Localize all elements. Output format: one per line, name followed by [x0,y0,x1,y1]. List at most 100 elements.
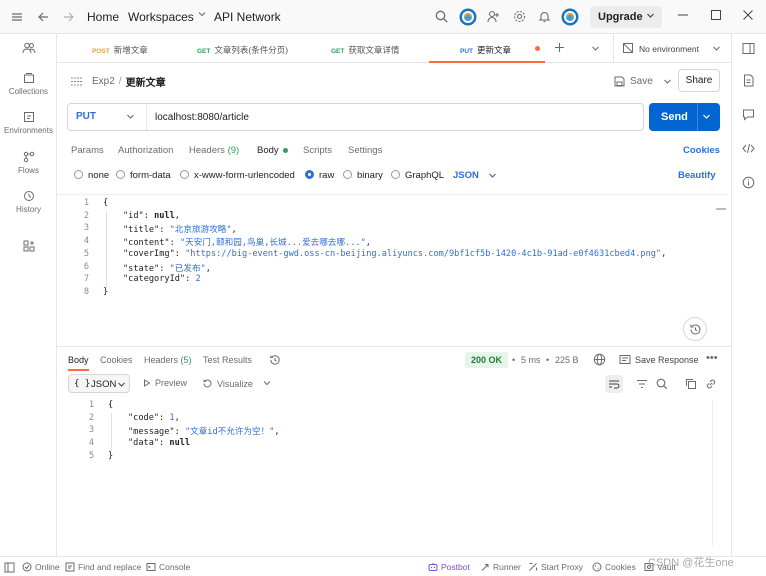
tabs-overflow-chevron-icon[interactable] [591,44,600,53]
tab-params[interactable]: Params [71,145,104,156]
search-icon[interactable] [656,378,668,390]
response-tab-cookies[interactable]: Cookies [100,355,133,365]
response-scrollbar[interactable] [712,400,726,546]
sidebar-item-add-apps[interactable] [0,240,57,255]
user-avatar-icon[interactable] [561,8,579,26]
sidebar-toggle-icon[interactable] [4,562,15,573]
tab-get-article-list[interactable]: GET 文章列表(条件分页) [175,34,295,63]
status-badge[interactable]: 200 OK [465,352,509,368]
search-icon[interactable] [435,10,448,23]
request-editor-scrollbar[interactable] [716,200,726,345]
back-arrow-icon[interactable] [37,11,49,23]
network-globe-icon[interactable] [593,353,606,366]
tab-get-article-detail[interactable]: GET 获取文章详情 [295,34,427,63]
tab-scripts[interactable]: Scripts [303,145,332,156]
upgrade-button[interactable]: Upgrade [590,6,662,28]
info-icon[interactable] [742,176,755,189]
filter-icon[interactable] [636,378,648,390]
start-proxy-button[interactable]: Start Proxy [528,562,583,572]
documentation-icon[interactable] [742,74,755,87]
workspaces-menu[interactable]: Workspaces [128,10,206,24]
sidebar-item-flows[interactable]: Flows [0,151,57,175]
tab-put-update-article[interactable]: PUT 更新文章 [429,34,545,63]
radio-urlencoded[interactable]: x-www-form-urlencoded [180,170,295,181]
json-comma: , [174,210,180,221]
sidebar-item-environments[interactable]: Environments [0,111,57,135]
sidebar-item-history[interactable]: History [0,190,57,214]
response-history-icon[interactable] [269,354,281,366]
body-format-select[interactable]: JSON [453,170,497,181]
url-input[interactable] [155,104,635,130]
minimize-window-icon[interactable] [677,9,689,21]
console-button[interactable]: Console [146,562,190,572]
response-size[interactable]: 225 B [555,355,579,365]
radio-none[interactable]: none [74,170,109,181]
more-options-icon[interactable]: ••• [706,352,718,364]
send-button[interactable]: Send [649,103,720,131]
link-icon[interactable] [705,378,717,390]
console-icon [146,562,156,572]
find-replace-label: Find and replace [78,562,142,572]
request-name[interactable]: 更新文章 [126,74,166,89]
preview-button[interactable]: Preview [143,378,187,388]
radio-raw[interactable]: raw [305,170,334,181]
panel-toggle-icon[interactable] [742,42,755,55]
save-response-button[interactable]: Save Response [635,355,699,365]
home-link[interactable]: Home [87,10,119,24]
chevron-down-icon[interactable] [702,112,711,121]
response-tab-body[interactable]: Body [68,355,89,371]
environment-selector[interactable]: No environment [613,34,731,62]
sidebar-item-collections[interactable]: Collections [0,72,57,96]
postbot-button[interactable]: Postbot [428,562,470,572]
save-button[interactable]: Save [612,70,672,92]
tab-post-new-article[interactable]: POST 新增文章 [57,34,175,63]
request-history-button[interactable] [683,317,707,341]
response-format-select[interactable]: { } JSON [68,374,130,393]
team-avatar-icon[interactable] [459,8,477,26]
invite-user-icon[interactable] [487,10,500,23]
tab-headers[interactable]: Headers (9) [189,145,239,156]
tab-authorization[interactable]: Authorization [118,145,173,156]
method-select[interactable]: PUT [68,104,147,130]
new-tab-plus-icon[interactable] [554,42,565,53]
indent-guide [111,412,112,451]
close-window-icon[interactable] [742,9,754,21]
upgrade-label: Upgrade [598,11,643,23]
visualize-button[interactable]: Visualize [202,378,271,389]
chevron-down-icon [646,11,655,20]
settings-gear-icon[interactable] [513,10,526,23]
tab-body[interactable]: Body [257,145,288,156]
json-key: "state" [123,263,160,274]
response-tab-test-results[interactable]: Test Results [203,355,252,365]
share-button[interactable]: Share [678,69,720,92]
response-time[interactable]: 5 ms [521,355,541,365]
cookies-link[interactable]: Cookies [683,145,720,156]
forward-arrow-icon[interactable] [63,11,75,23]
tab-settings[interactable]: Settings [348,145,382,156]
copy-icon[interactable] [685,378,697,390]
radio-binary[interactable]: binary [343,170,383,181]
menu-icon[interactable] [11,11,23,23]
scrollbar-thumb[interactable] [716,208,726,210]
comments-icon[interactable] [742,108,755,121]
notifications-bell-icon[interactable] [538,10,551,23]
find-replace-button[interactable]: Find and replace [65,562,141,572]
online-status[interactable]: Online [22,562,60,572]
response-tab-headers[interactable]: Headers (5) [144,355,192,365]
chevron-down-icon[interactable] [263,379,271,387]
radio-label: raw [319,170,335,181]
breadcrumb-collection[interactable]: Exp2 [92,76,115,87]
sidebar-item-team[interactable] [0,42,57,57]
wrap-lines-icon[interactable] [605,375,623,393]
beautify-button[interactable]: Beautify [678,170,715,181]
api-network-link[interactable]: API Network [214,10,281,24]
cookies-button[interactable]: Cookies [592,562,636,572]
radio-form-data[interactable]: form-data [116,170,171,181]
maximize-window-icon[interactable] [710,9,722,21]
code-snippet-icon[interactable] [742,142,755,155]
response-body-viewer[interactable]: 1 {2 "code": 1, 3 "message": "文章id不允许为空！", 4 "… [57,397,727,547]
request-body-editor[interactable]: 1 {2 "id": null, 3 "title": "北京旅游攻略", 4 "conte… [57,194,727,346]
runner-button[interactable]: Runner [480,562,521,572]
json-colon: : [159,263,170,274]
radio-graphql[interactable]: GraphQL [391,170,444,181]
